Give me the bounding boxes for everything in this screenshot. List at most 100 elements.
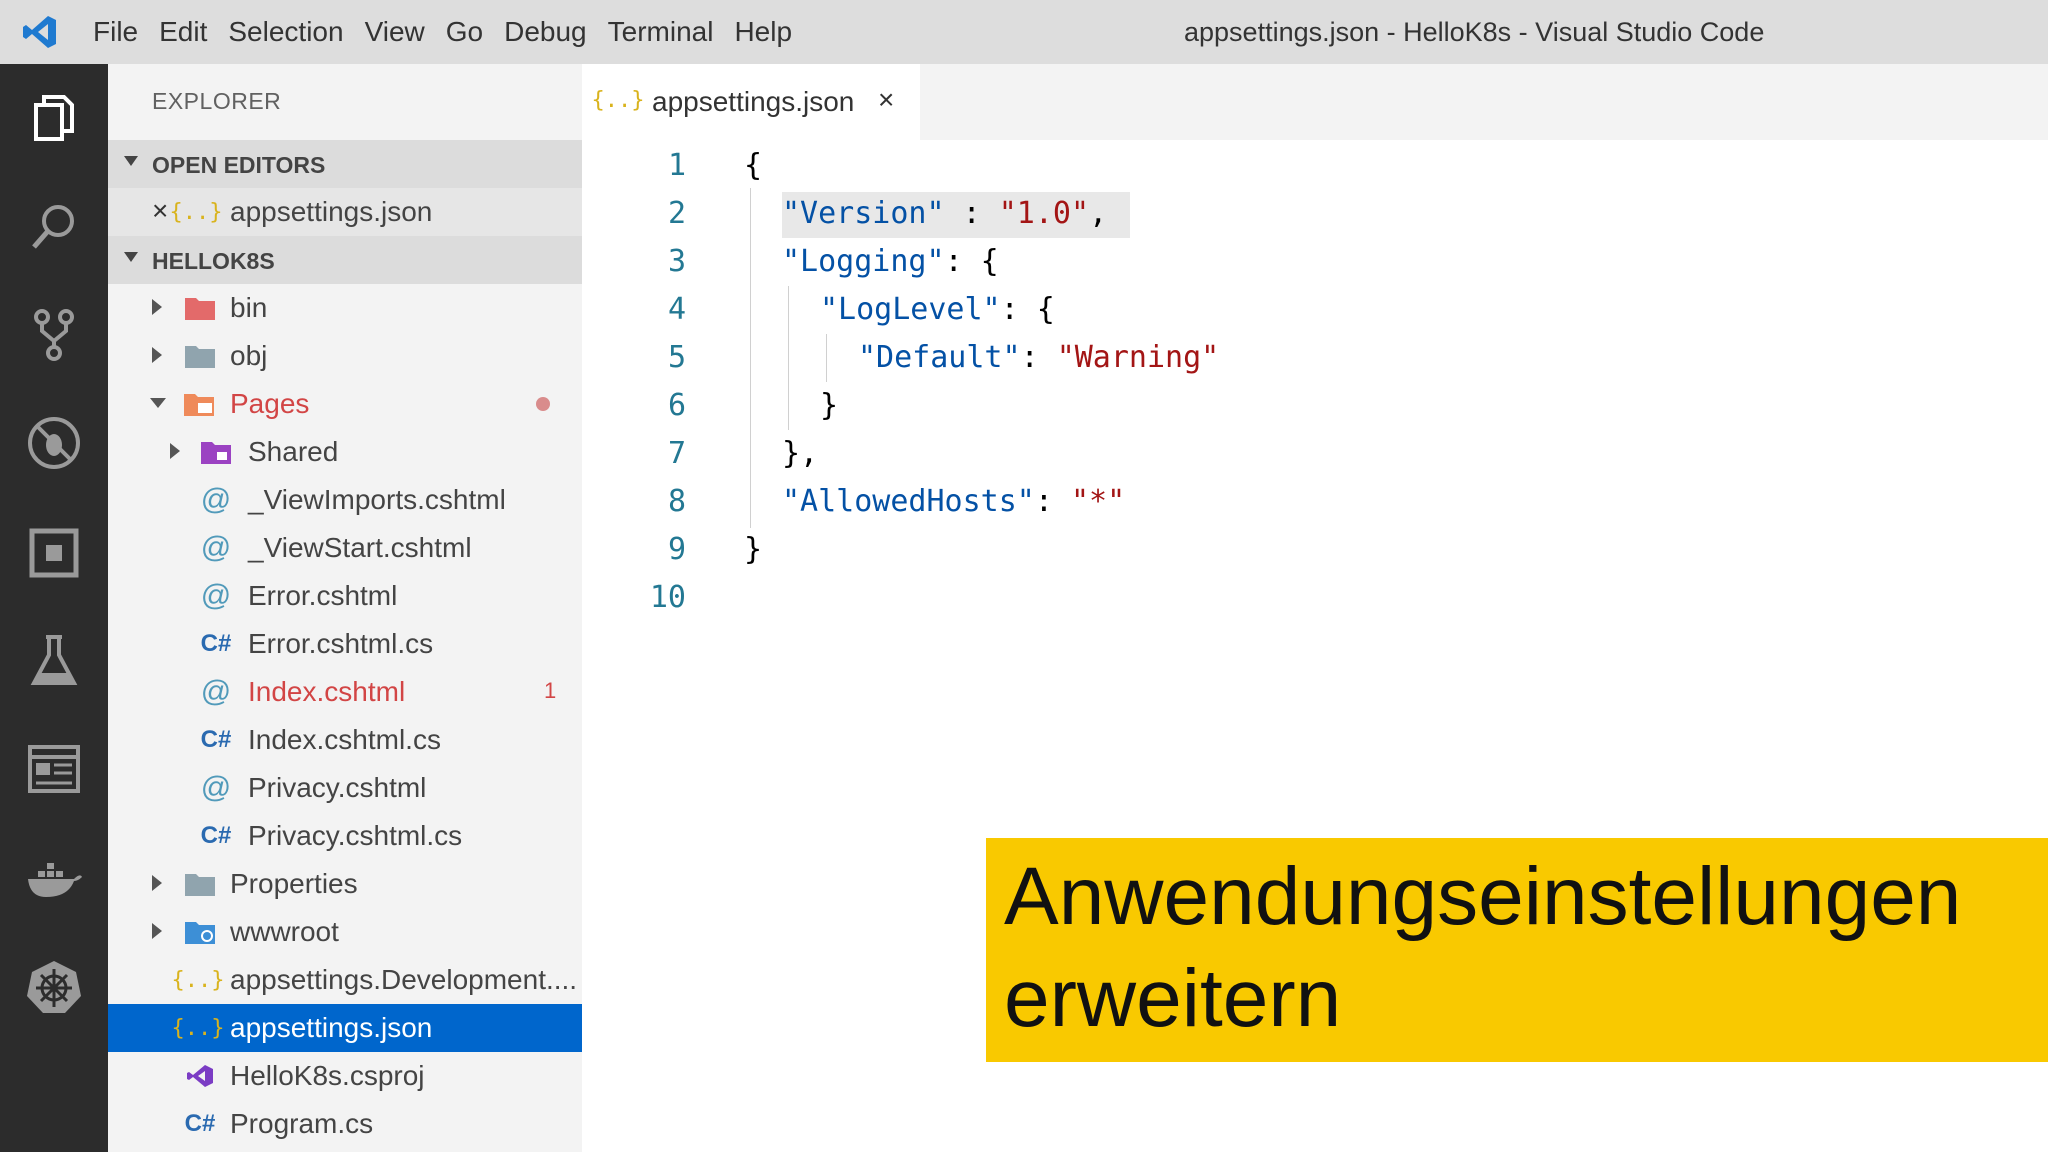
code-token: "Version" [782,196,945,231]
tree-item-label: appsettings.Development.... [230,964,578,995]
web-folder-icon [184,916,216,948]
tree-item-csproj[interactable]: HelloK8s.csproj [108,1052,582,1100]
menu-file[interactable]: File [93,16,138,48]
extensions-icon[interactable] [19,518,89,588]
menu-edit[interactable]: Edit [159,16,207,48]
kubernetes-icon[interactable] [19,952,89,1022]
menu-debug[interactable]: Debug [504,16,587,48]
tree-item-label: HelloK8s.csproj [230,1060,425,1091]
razor-file-icon: @ [200,579,232,612]
code-line-4: "LogLevel": { [820,292,1055,327]
tree-item-label: _ViewImports.cshtml [248,484,506,515]
source-control-icon[interactable] [19,300,89,370]
menu-help[interactable]: Help [734,16,792,48]
line-number: 6 [667,388,686,423]
tree-item-label: Properties [230,868,358,899]
line-number: 2 [667,196,686,231]
menu-terminal[interactable]: Terminal [608,16,714,48]
tree-item-privacy-cs[interactable]: C# Privacy.cshtml.cs [108,812,582,860]
expand-arrow-icon [152,299,162,315]
tree-item-privacy-cshtml[interactable]: @ Privacy.cshtml [108,764,582,812]
tree-item-label: bin [230,292,268,323]
indent-guide [826,334,827,382]
tree-item-error-cshtml[interactable]: @ Error.cshtml [108,572,582,620]
close-tab-icon[interactable]: × [878,84,894,116]
search-icon[interactable] [19,192,89,262]
tree-item-error-cs[interactable]: C# Error.cshtml.cs [108,620,582,668]
tree-item-wwwroot[interactable]: wwwroot [108,908,582,956]
razor-file-icon: @ [200,771,232,804]
tree-item-obj[interactable]: obj [108,332,582,380]
code-token: "*" [1071,484,1126,519]
razor-file-icon: @ [200,531,232,564]
debug-icon[interactable] [19,408,89,478]
vscode-logo-icon [23,16,56,48]
folder-open-icon [184,388,216,420]
editor-tab-bar: {..} appsettings.json × [582,64,2048,140]
tree-item-pages[interactable]: Pages [108,380,582,428]
activity-bar [0,64,108,1152]
tree-item-shared[interactable]: Shared [108,428,582,476]
tree-item-appsettings[interactable]: {..} appsettings.json [108,1004,582,1052]
tree-item-index-cs[interactable]: C# Index.cshtml.cs [108,716,582,764]
open-editors-label: OPEN EDITORS [152,152,326,178]
explorer-icon[interactable] [19,84,89,154]
project-label: HELLOK8S [152,248,275,274]
tree-item-bin[interactable]: bin [108,284,582,332]
code-line-1: { [744,148,762,183]
code-line-6: } [820,388,838,423]
docker-icon[interactable] [19,844,89,914]
tree-item-properties[interactable]: Properties [108,860,582,908]
tree-item-label: Index.cshtml [248,676,406,707]
test-icon[interactable] [19,626,89,696]
expand-arrow-icon [152,347,162,363]
code-token: }, [782,436,819,471]
tab-appsettings[interactable]: {..} appsettings.json × [582,64,920,140]
tree-item-label: _ViewStart.cshtml [248,532,472,563]
close-icon[interactable]: × [152,195,168,227]
remote-explorer-icon[interactable] [19,734,89,804]
json-file-icon: {..} [169,199,223,225]
tree-item-index-cshtml[interactable]: @ Index.cshtml 1 [108,668,582,716]
line-number: 7 [667,436,686,471]
code-token: "Default" [858,340,1021,375]
menu-view[interactable]: View [365,16,425,48]
code-token: } [820,388,839,423]
tree-item-label: Pages [230,388,310,419]
tree-item-label: Privacy.cshtml.cs [248,820,463,851]
code-token: { [744,148,763,183]
tree-item-label: Error.cshtml [248,580,398,611]
tree-item-program-cs[interactable]: C# Program.cs [108,1100,582,1148]
tree-item-viewimports[interactable]: @ _ViewImports.cshtml [108,476,582,524]
folder-icon [184,868,216,900]
open-editors-section[interactable]: OPEN EDITORS [108,140,582,188]
visual-studio-project-icon [184,1060,216,1092]
tree-item-label: Shared [248,436,339,467]
csharp-file-icon: C# [200,630,232,657]
code-token: : { [944,244,999,279]
collapse-arrow-icon [150,398,166,408]
folder-icon [184,340,216,372]
code-token: "Warning" [1056,340,1220,375]
razor-file-icon: @ [200,483,232,516]
tree-item-viewstart[interactable]: @ _ViewStart.cshtml [108,524,582,572]
json-file-icon: {..} [591,87,645,113]
line-number: 4 [667,292,686,327]
csharp-file-icon: C# [184,1110,216,1137]
menu-selection[interactable]: Selection [228,16,343,48]
tree-item-appsettings-dev[interactable]: {..} appsettings.Development.... [108,956,582,1004]
line-number: 3 [667,244,686,279]
line-number: 1 [667,148,686,183]
project-section[interactable]: HELLOK8S [108,236,582,284]
explorer-title: EXPLORER [152,88,282,114]
code-token: : [944,196,999,231]
expand-arrow-icon [170,443,180,459]
code-line-8: "AllowedHosts": "*" [782,484,1125,519]
menu-go[interactable]: Go [446,16,483,48]
code-token: "LogLevel" [820,292,1001,327]
problem-count-badge: 1 [544,678,557,703]
collapse-triangle-icon [124,252,138,262]
tree-item-label: Error.cshtml.cs [248,628,434,659]
open-editor-item[interactable]: × {..} appsettings.json [108,188,582,236]
collapse-triangle-icon [124,156,138,166]
